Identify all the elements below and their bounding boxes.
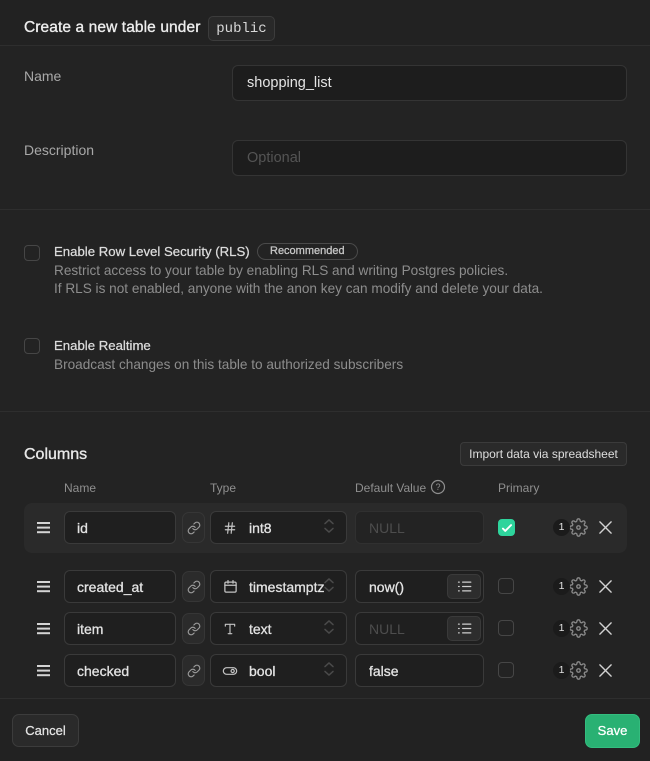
svg-text:?: ? <box>435 482 440 492</box>
